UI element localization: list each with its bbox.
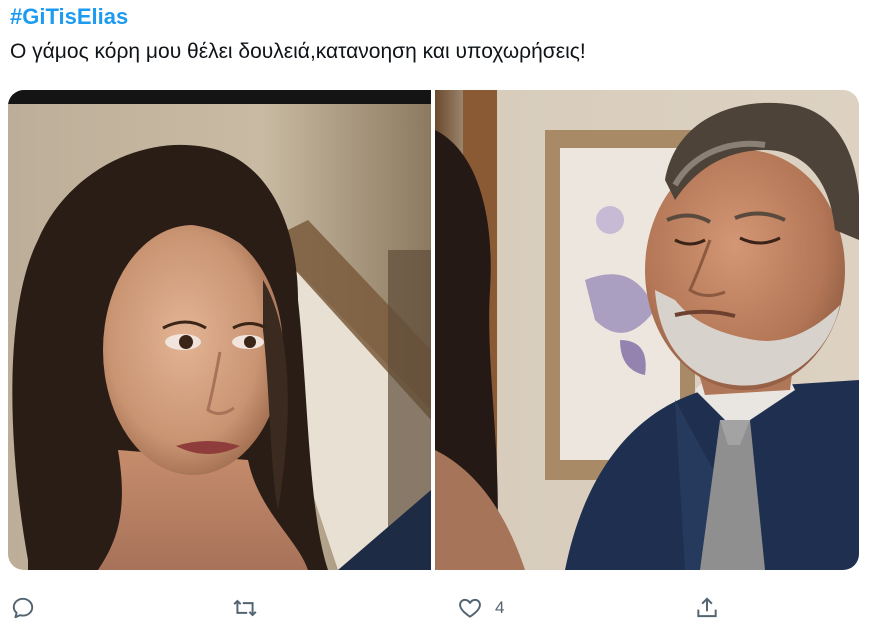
reply-button[interactable] xyxy=(10,590,48,626)
photo-right[interactable] xyxy=(435,90,859,570)
like-count: 4 xyxy=(495,598,505,617)
like-button[interactable]: 4 xyxy=(457,590,504,626)
tweet-text: Ο γάμος κόρη μου θέλει δουλειά,κατανοηση… xyxy=(10,40,586,63)
tweet-media xyxy=(8,90,859,570)
reply-icon xyxy=(12,597,34,619)
share-button[interactable] xyxy=(694,590,732,626)
retweet-button[interactable] xyxy=(232,590,270,626)
tweet-actions: 4 xyxy=(0,590,880,630)
heart-icon xyxy=(459,598,481,618)
retweet-icon xyxy=(233,599,257,617)
share-icon xyxy=(697,597,717,618)
photo-woman-image xyxy=(8,90,431,570)
photo-left[interactable] xyxy=(8,90,431,570)
hashtag-link[interactable]: #GiTisElias xyxy=(10,4,128,30)
photo-man-image xyxy=(435,90,859,570)
